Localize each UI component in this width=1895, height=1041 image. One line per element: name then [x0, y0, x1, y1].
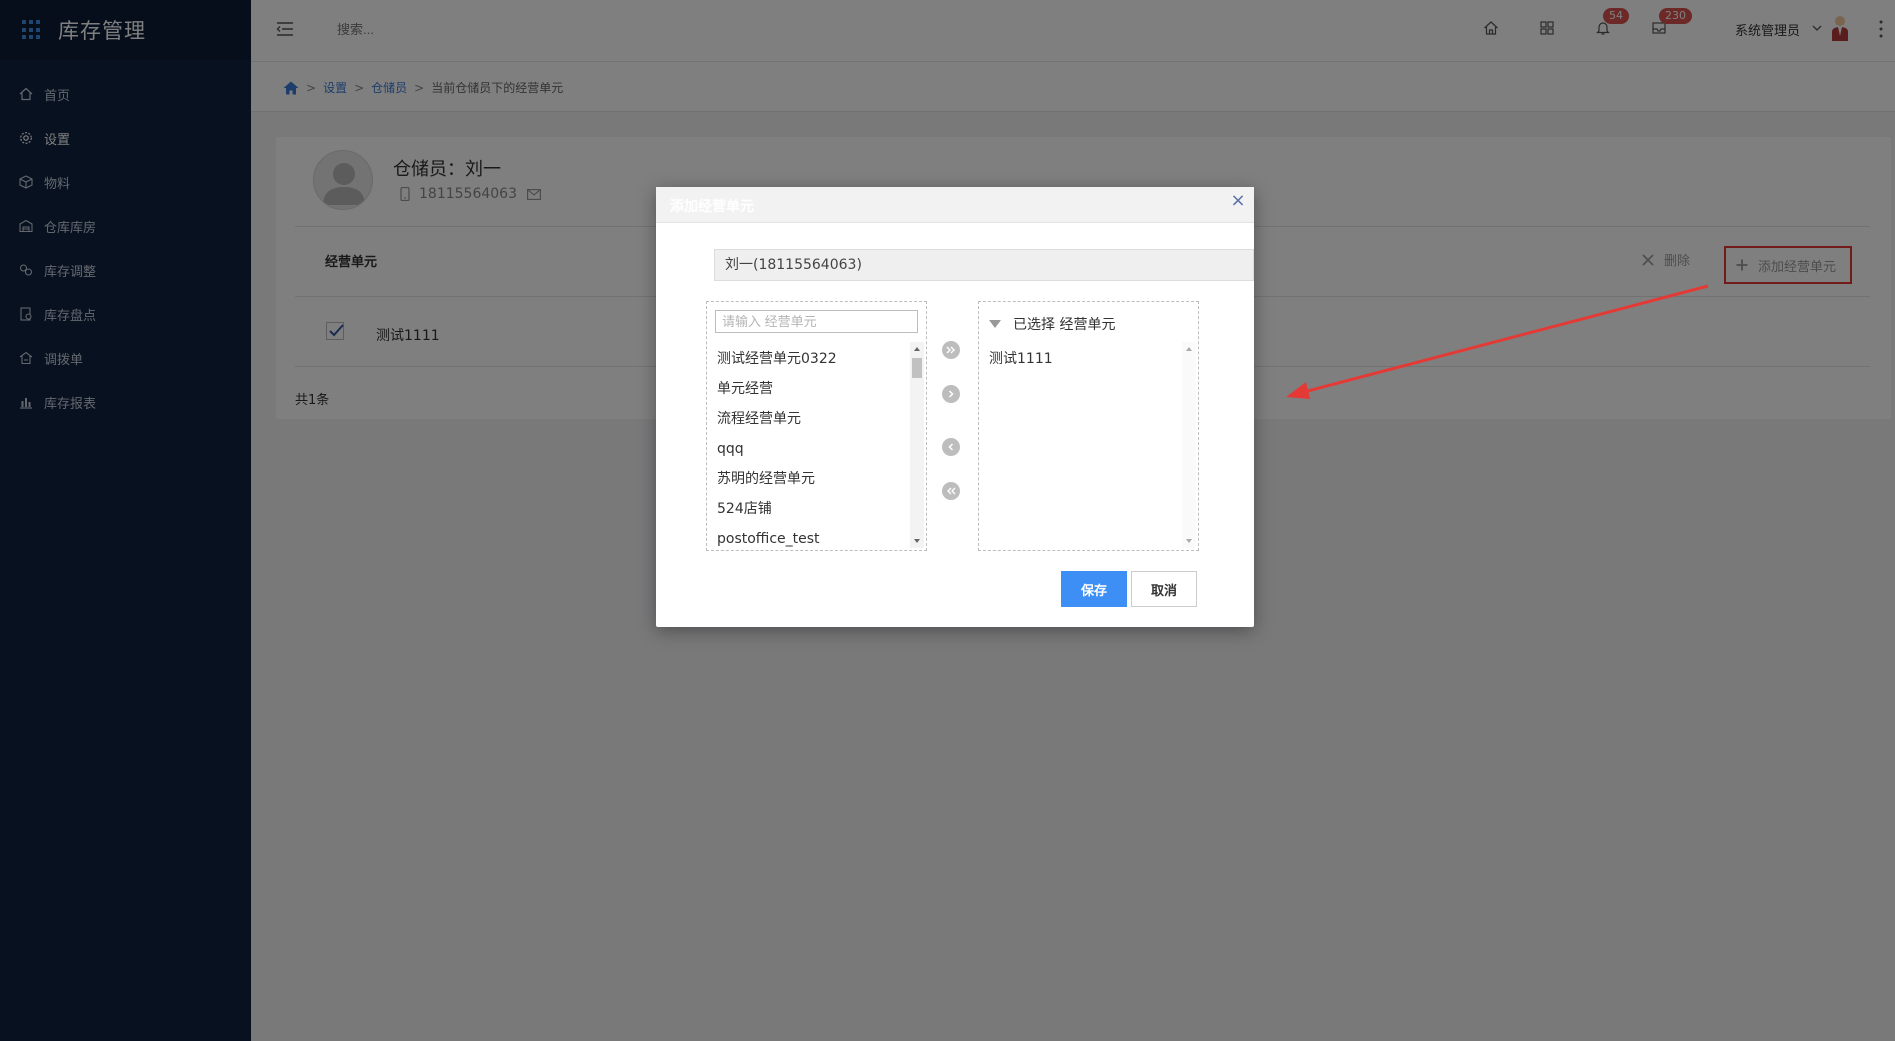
move-left-button[interactable]	[942, 438, 960, 456]
chevron-left-icon	[948, 443, 954, 451]
keeper-field: 刘一(18115564063)	[714, 249, 1254, 281]
selected-header-label: 已选择 经营单元	[1013, 317, 1116, 333]
list-item[interactable]: 测试1111	[989, 344, 1174, 374]
unit-search-input[interactable]	[715, 310, 918, 333]
list-item[interactable]: 苏明的经营单元	[717, 464, 902, 494]
list-item[interactable]: 单元经营	[717, 374, 902, 404]
available-units-list: 测试经营单元0322 单元经营 流程经营单元 qqq 苏明的经营单元 524店铺…	[706, 301, 927, 551]
move-all-right-button[interactable]	[942, 341, 960, 359]
move-right-button[interactable]	[942, 385, 960, 403]
selected-units-list: 已选择 经营单元 测试1111	[978, 301, 1199, 551]
double-chevron-right-icon	[946, 346, 955, 354]
chevron-right-icon	[948, 390, 954, 398]
caret-down-icon	[989, 320, 1001, 328]
dialog-title: 添加经营单元	[670, 199, 754, 215]
scrollbar[interactable]	[1182, 342, 1196, 548]
list-item[interactable]: 测试经营单元0322	[717, 344, 902, 374]
list-item[interactable]: postoffice_test	[717, 524, 902, 554]
dialog-header: 添加经营单元 ×	[656, 187, 1254, 223]
add-business-unit-dialog: 添加经营单元 × 刘一(18115564063) 测试经营单元0322 单元经营…	[656, 187, 1254, 627]
available-items: 测试经营单元0322 单元经营 流程经营单元 qqq 苏明的经营单元 524店铺…	[717, 344, 902, 554]
list-item[interactable]: 524店铺	[717, 494, 902, 524]
selected-header[interactable]: 已选择 经营单元	[989, 314, 1115, 334]
list-item[interactable]: 流程经营单元	[717, 404, 902, 434]
scroll-down-icon[interactable]	[1184, 536, 1194, 546]
list-item[interactable]: qqq	[717, 434, 902, 464]
double-chevron-left-icon	[947, 487, 956, 495]
selected-items: 测试1111	[989, 344, 1174, 374]
scroll-down-icon[interactable]	[912, 536, 922, 546]
save-button[interactable]: 保存	[1061, 571, 1127, 607]
close-icon[interactable]: ×	[1230, 192, 1246, 210]
scroll-up-icon[interactable]	[912, 344, 922, 354]
scroll-thumb[interactable]	[912, 358, 922, 378]
scrollbar[interactable]	[910, 342, 924, 548]
cancel-button[interactable]: 取消	[1131, 571, 1197, 607]
move-all-left-button[interactable]	[942, 482, 960, 500]
scroll-up-icon[interactable]	[1184, 344, 1194, 354]
